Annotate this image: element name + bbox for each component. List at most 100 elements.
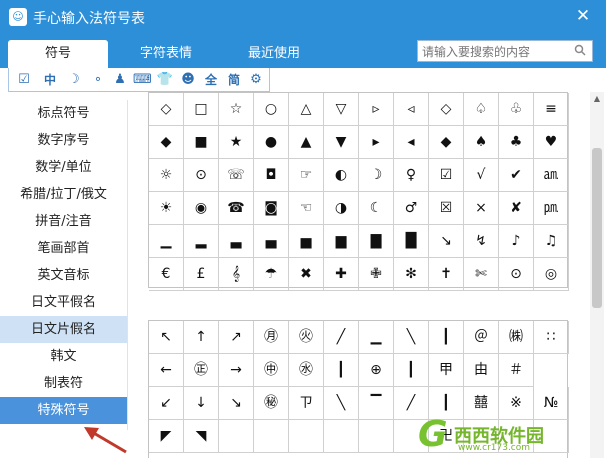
symbol-cell[interactable]: ← <box>149 354 184 387</box>
sidebar-item[interactable]: 数字序号 <box>0 127 127 154</box>
symbol-cell[interactable]: → <box>219 354 254 387</box>
symbol-cell[interactable]: ◎ <box>534 258 569 291</box>
tab-emoticons[interactable]: 字符表情 <box>116 40 216 68</box>
sidebar-item[interactable]: 数学/单位 <box>0 154 127 181</box>
moon-icon[interactable]: ☽ <box>65 71 83 89</box>
check-box-icon[interactable]: ☑ <box>15 71 33 89</box>
search-icon[interactable] <box>574 44 586 59</box>
keyboard-icon[interactable]: ⌨ <box>133 71 152 89</box>
symbol-cell[interactable]: ✙ <box>359 258 394 291</box>
symbol-cell[interactable]: ┃ <box>429 321 464 354</box>
symbol-cell[interactable]: € <box>149 258 184 291</box>
sidebar-item[interactable]: 韩文 <box>0 343 127 370</box>
scroll-thumb[interactable] <box>592 148 602 308</box>
symbol-cell[interactable]: ■ <box>184 126 219 159</box>
symbol-cell[interactable]: ◙ <box>254 192 289 225</box>
symbol-cell[interactable]: ▸ <box>359 126 394 159</box>
symbol-cell[interactable]: ㏂ <box>534 159 569 192</box>
symbol-cell[interactable]: △ <box>289 93 324 126</box>
symbol-cell[interactable]: ㊊ <box>254 321 289 354</box>
symbol-cell[interactable]: ☞ <box>289 159 324 192</box>
scrollbar[interactable]: ▲ <box>590 92 604 458</box>
symbol-cell[interactable]: ╱ <box>324 321 359 354</box>
symbol-cell[interactable]: ▼ <box>324 126 359 159</box>
symbol-cell[interactable]: ☀ <box>149 192 184 225</box>
face-icon[interactable]: ☻ <box>179 71 197 89</box>
chinese-char-icon[interactable]: 中 <box>41 71 59 89</box>
symbol-cell[interactable]: ＃ <box>499 354 534 387</box>
symbol-cell[interactable]: ┃ <box>394 354 429 387</box>
symbol-cell[interactable]: ◇ <box>149 93 184 126</box>
person-icon[interactable]: ♟ <box>111 71 129 89</box>
symbol-cell[interactable]: ▁ <box>149 225 184 258</box>
symbol-cell[interactable]: ↯ <box>464 225 499 258</box>
symbol-cell[interactable]: ◉ <box>184 192 219 225</box>
symbol-cell[interactable]: ✔ <box>499 159 534 192</box>
symbol-cell[interactable]: ⊙ <box>184 159 219 192</box>
symbol-cell[interactable]: ▂ <box>184 225 219 258</box>
symbol-cell[interactable]: ↖ <box>149 321 184 354</box>
gear-icon[interactable]: ⚙ <box>247 71 265 89</box>
symbol-cell[interactable] <box>359 420 394 453</box>
symbol-cell[interactable]: ♥ <box>534 126 569 159</box>
symbol-cell[interactable]: ○ <box>254 93 289 126</box>
symbol-cell[interactable]: ◆ <box>429 126 464 159</box>
symbol-cell[interactable]: 由 <box>464 354 499 387</box>
symbol-cell[interactable] <box>254 420 289 453</box>
symbol-cell[interactable]: ✖ <box>289 258 324 291</box>
symbol-cell[interactable]: ≡ <box>534 93 569 126</box>
symbol-cell[interactable]: ☑ <box>429 159 464 192</box>
symbol-cell[interactable]: ♤ <box>464 93 499 126</box>
symbol-cell[interactable]: ↙ <box>149 387 184 420</box>
symbol-cell[interactable]: ♣ <box>499 126 534 159</box>
symbol-cell[interactable]: █ <box>394 225 429 258</box>
search-input[interactable] <box>422 43 568 60</box>
symbol-cell[interactable]: ▇ <box>359 225 394 258</box>
sidebar-item[interactable]: 拼音/注音 <box>0 208 127 235</box>
symbol-cell[interactable]: ↗ <box>219 321 254 354</box>
symbol-cell[interactable]: ▔ <box>359 387 394 420</box>
symbol-cell[interactable]: ☏ <box>219 159 254 192</box>
simplified-icon[interactable]: 简 <box>225 71 243 89</box>
symbol-cell[interactable]: ♠ <box>464 126 499 159</box>
symbol-cell[interactable]: ☒ <box>429 192 464 225</box>
symbol-cell[interactable]: ㊌ <box>289 354 324 387</box>
symbol-cell[interactable]: ◤ <box>149 420 184 453</box>
symbol-cell[interactable]: ✻ <box>394 258 429 291</box>
symbol-cell[interactable]: ▲ <box>289 126 324 159</box>
symbol-cell[interactable]: ↓ <box>184 387 219 420</box>
symbol-cell[interactable]: ☾ <box>359 192 394 225</box>
symbol-cell[interactable]: ● <box>254 126 289 159</box>
symbol-cell[interactable]: ㊋ <box>289 321 324 354</box>
symbol-cell[interactable]: ♪ <box>499 225 534 258</box>
symbol-cell[interactable]: ◥ <box>184 420 219 453</box>
symbol-cell[interactable]: ＠ <box>464 321 499 354</box>
symbol-cell[interactable]: ↘ <box>219 387 254 420</box>
symbol-cell[interactable]: √ <box>464 159 499 192</box>
sidebar-item[interactable]: 英文音标 <box>0 262 127 289</box>
symbol-cell[interactable]: 𝄞 <box>219 258 254 291</box>
symbol-cell[interactable]: ✄ <box>464 258 499 291</box>
symbol-cell[interactable]: ☂ <box>254 258 289 291</box>
symbol-cell[interactable]: ◂ <box>394 126 429 159</box>
sidebar-item[interactable]: 标点符号 <box>0 100 127 127</box>
sidebar-item[interactable]: 制表符 <box>0 370 127 397</box>
symbol-cell[interactable]: ☽ <box>359 159 394 192</box>
symbol-cell[interactable]: ◘ <box>254 159 289 192</box>
symbol-cell[interactable]: £ <box>184 258 219 291</box>
symbol-cell[interactable]: ↑ <box>184 321 219 354</box>
symbol-cell[interactable]: ☼ <box>149 159 184 192</box>
symbol-cell[interactable] <box>289 420 324 453</box>
symbol-cell[interactable]: ♫ <box>534 225 569 258</box>
symbol-cell[interactable]: ✘ <box>499 192 534 225</box>
sidebar-item[interactable]: 日文平假名 <box>0 289 127 316</box>
symbol-cell[interactable]: ★ <box>219 126 254 159</box>
dots-icon[interactable]: ∘ <box>89 71 107 89</box>
symbol-cell[interactable]: ㏘ <box>534 192 569 225</box>
symbol-cell[interactable]: ▅ <box>289 225 324 258</box>
symbol-cell[interactable]: ✚ <box>324 258 359 291</box>
symbol-cell[interactable]: ㊙ <box>254 387 289 420</box>
symbol-cell[interactable]: ☜ <box>289 192 324 225</box>
symbol-cell[interactable]: ♧ <box>499 93 534 126</box>
sidebar-item[interactable]: 笔画部首 <box>0 235 127 262</box>
